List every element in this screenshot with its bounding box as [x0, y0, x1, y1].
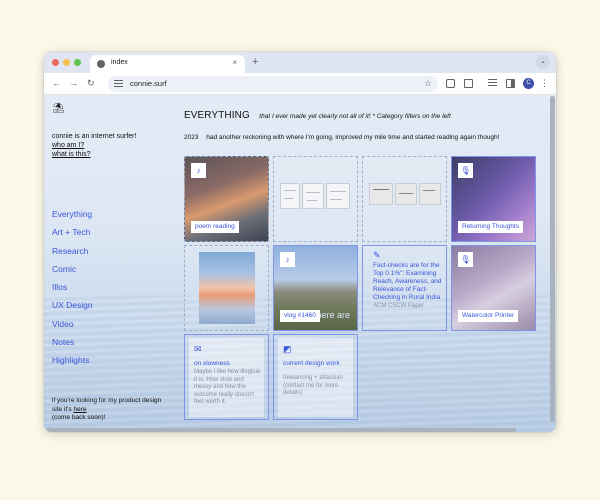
- tab-title: index: [111, 59, 128, 66]
- new-tab-button[interactable]: +: [252, 56, 258, 68]
- screenshot-image: [395, 183, 417, 205]
- forward-icon[interactable]: →: [69, 78, 78, 88]
- nav-video[interactable]: Video: [52, 315, 93, 333]
- sketch-image: [302, 183, 324, 209]
- maximize-window-button[interactable]: [74, 59, 81, 66]
- card-body: ◩ current design work freelancing + atla…: [278, 338, 353, 417]
- browser-window: index × + ⌄ ← → ↻ connie.surf ☆ C ⋮ ⛱ co…: [44, 52, 556, 432]
- main-content: EVERYTHING that I ever made yet clearly …: [184, 95, 550, 432]
- who-am-i-link[interactable]: who am I?: [52, 141, 136, 150]
- status-update: 2023 had another reckoning with where I'…: [184, 134, 499, 141]
- paper-subtitle: ACM CSCW Paper: [373, 303, 425, 309]
- horizontal-scrollbar[interactable]: [46, 428, 516, 432]
- back-icon[interactable]: ←: [52, 78, 61, 88]
- card-watercolor-printer[interactable]: 🎙 Watercolor Printer: [451, 245, 536, 331]
- update-year: 2023: [184, 134, 199, 141]
- screenshot-image: [419, 183, 441, 205]
- nav-research[interactable]: Research: [52, 242, 93, 260]
- update-text: had another reckoning with where I'm goi…: [206, 134, 500, 141]
- nav-ux-design[interactable]: UX Design: [52, 296, 93, 314]
- umbrella-icon[interactable]: ⛱: [52, 103, 65, 115]
- category-nav: Everything Art + Tech Research Comic Ill…: [52, 205, 93, 370]
- card-current-design-work[interactable]: ◩ current design work freelancing + atla…: [273, 334, 358, 420]
- card-label: Watercolor Printer: [458, 310, 519, 322]
- post-excerpt: freelancing + atlassian (contact me for …: [283, 375, 343, 396]
- envelope-icon: ✉: [194, 344, 202, 354]
- nav-everything[interactable]: Everything: [52, 205, 93, 223]
- intro-block: connie is an internet surfer! who am I? …: [52, 132, 136, 159]
- chevron-down-icon[interactable]: ⌄: [536, 55, 550, 69]
- intro-text: connie is an internet surfer!: [52, 133, 137, 140]
- subtitle: that I ever made yet clearly not all of …: [259, 113, 451, 120]
- post-title: on slowness: [194, 360, 230, 367]
- avatar[interactable]: C: [523, 78, 534, 89]
- site-info-icon[interactable]: [114, 80, 123, 88]
- minimize-window-button[interactable]: [63, 59, 70, 66]
- reading-list-icon[interactable]: [488, 79, 497, 88]
- extension-icon[interactable]: [446, 79, 455, 88]
- screenshot-image: [369, 183, 393, 205]
- url-text[interactable]: connie.surf: [130, 79, 167, 88]
- page-title: EVERYTHING that I ever made yet clearly …: [184, 105, 451, 123]
- sketch-image: [280, 183, 300, 209]
- post-title: current design work: [283, 360, 340, 367]
- product-design-link[interactable]: here: [73, 406, 86, 413]
- card-label: vlog #1460: [280, 310, 320, 322]
- title: EVERYTHING: [184, 110, 250, 121]
- menu-icon[interactable]: ⋮: [540, 77, 549, 89]
- card-title: current design work freelancing + atlass…: [283, 360, 351, 398]
- puzzle-icon[interactable]: [464, 79, 473, 88]
- nav-notes[interactable]: Notes: [52, 333, 93, 351]
- globe-icon: [97, 60, 105, 68]
- card-watercolor-painting[interactable]: [184, 245, 269, 331]
- card-label: Returning Thoughts: [458, 221, 523, 233]
- vertical-scrollbar[interactable]: [550, 96, 555, 428]
- card-vlog[interactable]: ♪ where are vlog #1460: [273, 245, 358, 331]
- contrast-square-icon: ◩: [283, 344, 292, 354]
- card-screenshots[interactable]: [362, 156, 447, 242]
- music-note-icon: ♪: [191, 163, 206, 178]
- footer-after: (come back soon)!: [52, 414, 106, 421]
- nav-illos[interactable]: Illos: [52, 278, 93, 296]
- browser-tab[interactable]: index ×: [90, 55, 245, 73]
- close-icon[interactable]: ×: [232, 58, 237, 67]
- microphone-icon: 🎙: [458, 163, 473, 178]
- paper-title: Fact-checks are for the Top 0.1%": Exami…: [373, 262, 442, 301]
- card-fact-checks[interactable]: ✎ Fact-checks are for the Top 0.1%": Exa…: [362, 245, 447, 331]
- music-note-icon: ♪: [280, 252, 295, 267]
- sketch-image: [326, 183, 350, 209]
- web-page: ⛱ connie is an internet surfer! who am I…: [44, 95, 556, 432]
- side-panel-icon[interactable]: [506, 79, 515, 88]
- microphone-icon: 🎙: [458, 252, 473, 267]
- tab-bar: index × + ⌄: [44, 52, 556, 73]
- card-sketches[interactable]: [273, 156, 358, 242]
- nav-art-tech[interactable]: Art + Tech: [52, 223, 93, 241]
- nav-comic[interactable]: Comic: [52, 260, 93, 278]
- close-window-button[interactable]: [52, 59, 59, 66]
- footer-note: if you're looking for my product design …: [52, 397, 172, 423]
- address-bar[interactable]: connie.surf ☆: [108, 76, 438, 92]
- card-returning-thoughts[interactable]: 🎙 Returning Thoughts: [451, 156, 536, 242]
- card-on-slowness[interactable]: ✉ on slowness Maybe I like how illogical…: [184, 334, 269, 420]
- browser-toolbar: ← → ↻ connie.surf ☆ C ⋮: [44, 73, 556, 95]
- card-title: Fact-checks are for the Top 0.1%": Exami…: [373, 262, 443, 311]
- card-title: on slowness Maybe I like how illogical i…: [194, 360, 262, 407]
- post-excerpt: Maybe I like how illogical it is. How sl…: [194, 369, 261, 405]
- pencil-icon: ✎: [373, 250, 381, 260]
- what-is-this-link[interactable]: what is this?: [52, 150, 136, 159]
- painting-image: [199, 252, 255, 324]
- card-poem-reading[interactable]: ♪ poem reading: [184, 156, 269, 242]
- scrollbar-thumb[interactable]: [550, 96, 555, 422]
- nav-highlights[interactable]: Highlights: [52, 351, 93, 369]
- card-body: ✉ on slowness Maybe I like how illogical…: [189, 338, 264, 417]
- card-label: poem reading: [191, 221, 239, 233]
- footer-text: if you're looking for my product design …: [52, 397, 162, 413]
- reload-icon[interactable]: ↻: [87, 78, 95, 88]
- bookmark-star-icon[interactable]: ☆: [424, 78, 432, 89]
